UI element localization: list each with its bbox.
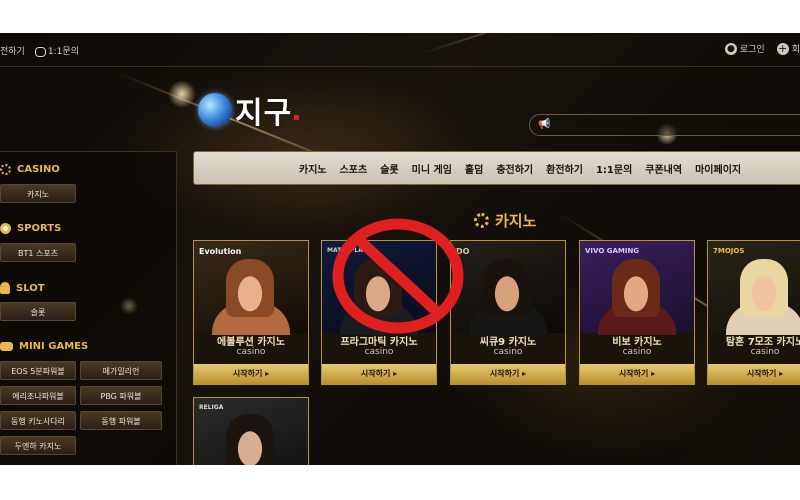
prohibition-sign-icon: [332, 218, 464, 334]
card-title: 씨큐9 카지노: [479, 337, 537, 348]
casino-site-screenshot: 전하기 1:1문의 ● 로그인 + 회 지구 📢 카지노 스포츠 슬롯 미니 게…: [0, 33, 800, 465]
top-bar: 전하기 1:1문의 ● 로그인 + 회: [0, 33, 800, 67]
dealer-portrait: [226, 259, 274, 317]
nav-slot[interactable]: 슬롯: [380, 161, 398, 176]
notice-bar[interactable]: 📢: [529, 114, 800, 136]
nav-casino[interactable]: 카지노: [299, 161, 327, 176]
card-subtitle: casino: [236, 347, 266, 357]
card-subtitle: casino: [364, 347, 394, 357]
nav-mini-game[interactable]: 미니 게임: [412, 161, 452, 176]
site-logo[interactable]: 지구: [198, 88, 300, 132]
sidebar-mini-games-title: MINI GAMES: [19, 341, 89, 352]
card-art: RELIGA: [194, 398, 308, 465]
nav-coupons[interactable]: 쿠폰내역: [645, 161, 682, 176]
nav-inquiry[interactable]: 1:1문의: [596, 161, 632, 176]
sidebar-item-mega-millions[interactable]: 메가밀리언: [80, 361, 162, 380]
provider-logo: RELIGA: [199, 404, 224, 411]
light-glow: [168, 80, 196, 108]
sidebar-item-casino[interactable]: 카지노: [0, 184, 76, 203]
plus-icon: +: [776, 41, 789, 55]
provider-logo: VIVO GAMING: [585, 247, 640, 255]
sidebar-item-arizona-powerball[interactable]: 에리조나파워볼: [0, 386, 76, 405]
start-button[interactable]: 시작하기 ▸: [194, 364, 308, 384]
user-icon: ●: [724, 42, 737, 55]
card-title: 비보 카지노: [612, 337, 662, 348]
dealer-portrait: [226, 414, 274, 465]
top-right-links: ● 로그인 + 회: [724, 41, 800, 55]
casino-chip-icon: [474, 213, 489, 228]
sidebar-slot-title: SLOT: [16, 282, 45, 294]
gamepad-icon: [0, 342, 13, 351]
megaphone-icon: 📢: [538, 119, 551, 130]
card-title: 탐혼 7모조 카지노: [725, 337, 800, 348]
card-art: Evolution: [194, 241, 308, 335]
seal-icon: [294, 114, 300, 120]
sidebar-item-eos-powerball[interactable]: EOS 5분파워볼: [0, 361, 76, 380]
sidebar-item-donghang-powerball[interactable]: 동행 파워볼: [80, 411, 162, 430]
soccer-ball-icon: [0, 223, 11, 234]
inquiry-label: 1:1문의: [47, 47, 79, 57]
sidebar-section-mini-games: MINI GAMES: [0, 341, 88, 352]
sidebar-item-bt1-sports[interactable]: BT1 스포츠: [0, 243, 76, 262]
globe-icon: [198, 93, 232, 127]
start-button[interactable]: 시작하기 ▸: [708, 364, 800, 384]
game-card-7mojos[interactable]: 7MOJOS 탐혼 7모조 카지노 casino 시작하기 ▸: [707, 240, 800, 385]
sidebar-section-sports: SPORTS: [0, 223, 61, 234]
dealer-portrait: [612, 259, 660, 317]
start-button[interactable]: 시작하기 ▸: [580, 364, 694, 384]
nav-sports[interactable]: 스포츠: [340, 161, 368, 176]
sidebar-item-slot[interactable]: 슬롯: [0, 302, 76, 321]
nav-mypage[interactable]: 마이페이지: [695, 161, 741, 176]
game-card-sq9[interactable]: DO 씨큐9 카지노 casino 시작하기 ▸: [450, 240, 566, 385]
nav-withdraw[interactable]: 환전하기: [546, 161, 583, 176]
card-title: 에볼루션 카지노: [217, 337, 285, 348]
horse-icon: [0, 282, 10, 294]
sidebar-item-keno-ladder[interactable]: 동행 키노사다리: [0, 411, 76, 430]
sidebar-item-duenha-casino[interactable]: 두엔하 카지노: [0, 436, 76, 455]
game-card-vivo[interactable]: VIVO GAMING 비보 카지노 casino 시작하기 ▸: [579, 240, 695, 385]
nav-deposit[interactable]: 충전하기: [496, 161, 533, 176]
sidebar-item-pbg-powerball[interactable]: PBG 파워볼: [80, 386, 162, 405]
sidebar: CASINO 카지노 SPORTS BT1 스포츠 SLOT 슬롯 MINI G…: [0, 151, 177, 465]
login-link[interactable]: 로그인: [740, 42, 765, 55]
card-art: VIVO GAMING: [580, 241, 694, 335]
exchange-link[interactable]: 전하기: [0, 44, 25, 57]
sidebar-casino-title: CASINO: [17, 164, 60, 175]
top-left-links: 전하기 1:1문의: [0, 44, 79, 57]
dealer-portrait: [740, 259, 788, 317]
sidebar-section-slot: SLOT: [0, 282, 45, 294]
dealer-portrait: [483, 259, 531, 317]
provider-logo: 7MOJOS: [713, 247, 745, 255]
start-button[interactable]: 시작하기 ▸: [322, 364, 436, 384]
start-button[interactable]: 시작하기 ▸: [451, 364, 565, 384]
signup-link[interactable]: 회: [792, 42, 800, 55]
chat-icon: [34, 46, 46, 57]
section-title: 카지노: [474, 210, 536, 231]
card-subtitle: casino: [493, 347, 523, 357]
logo-text: 지구: [235, 96, 293, 131]
nav-holdem[interactable]: 홀덤: [465, 161, 483, 176]
card-subtitle: casino: [750, 347, 780, 357]
sidebar-sports-title: SPORTS: [17, 223, 62, 234]
game-card-evolution[interactable]: Evolution 에볼루션 카지노 casino 시작하기 ▸: [193, 240, 309, 385]
card-art: 7MOJOS: [708, 241, 800, 335]
provider-logo: Evolution: [199, 247, 242, 256]
main-nav: 카지노 스포츠 슬롯 미니 게임 홀덤 충전하기 환전하기 1:1문의 쿠폰내역…: [193, 151, 800, 185]
game-card-religa[interactable]: RELIGA: [193, 397, 309, 465]
inquiry-link[interactable]: 1:1문의: [34, 44, 79, 57]
card-subtitle: casino: [622, 347, 652, 357]
sidebar-section-casino: CASINO: [0, 164, 60, 175]
section-title-text: 카지노: [495, 212, 537, 230]
casino-chip-icon: [0, 164, 11, 175]
card-art: DO: [451, 241, 565, 335]
card-title: 프라그마틱 카지노: [340, 337, 418, 348]
